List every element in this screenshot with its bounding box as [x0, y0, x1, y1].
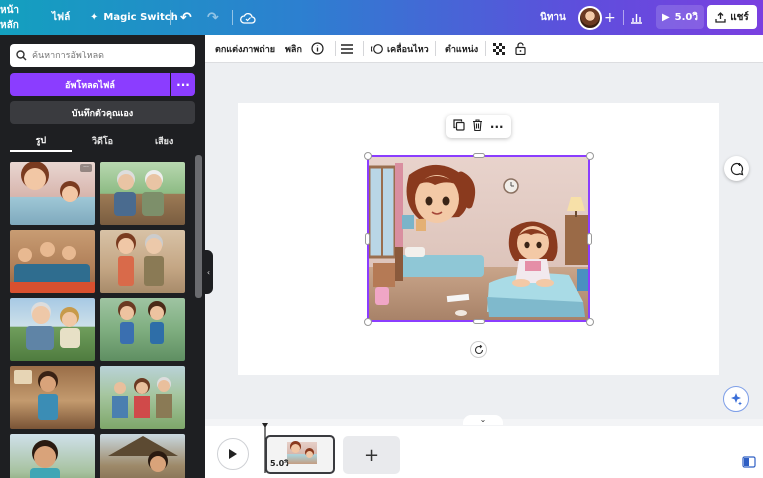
add-page-button[interactable]: + [343, 436, 400, 474]
animate-button[interactable]: เคลื่อนไหว [371, 35, 429, 62]
play-icon: ▶ [661, 11, 670, 23]
image-thumbnail[interactable] [100, 230, 185, 293]
image-thumbnail[interactable] [10, 298, 95, 361]
play-duration: 5.0วิ [674, 11, 699, 23]
play-button[interactable] [217, 438, 249, 470]
animate-label: เคลื่อนไหว [387, 44, 429, 55]
image-thumbnail[interactable] [10, 230, 95, 293]
search-icon [16, 50, 27, 61]
collapse-panel-button[interactable]: ‹ [204, 250, 213, 294]
selected-image[interactable] [367, 155, 590, 322]
resize-handle[interactable] [586, 152, 594, 160]
element-quick-actions: ··· [446, 115, 511, 138]
play-icon [229, 449, 237, 459]
resize-handle[interactable] [364, 152, 372, 160]
image-thumbnail[interactable] [10, 366, 95, 429]
resize-handle[interactable] [473, 153, 485, 158]
magic-switch-label: Magic Switch [103, 12, 178, 23]
magic-assistant-icon[interactable] [723, 386, 749, 412]
trash-icon[interactable] [472, 119, 483, 134]
sidebar-scrollbar[interactable] [195, 155, 202, 298]
more-icon[interactable]: ··· [80, 164, 92, 172]
present-button[interactable]: ▶ 5.0วิ [656, 5, 704, 29]
animate-icon [371, 43, 383, 54]
image-thumbnail[interactable]: ··· [10, 162, 95, 225]
tab-audio[interactable]: เสียง [133, 130, 195, 152]
page-name[interactable]: นิทาน [540, 0, 566, 35]
bedroom-illustration [369, 157, 588, 320]
analytics-icon[interactable] [630, 0, 643, 35]
copy-icon[interactable] [453, 119, 465, 134]
rotate-icon[interactable] [470, 341, 487, 358]
lock-icon[interactable] [515, 35, 526, 62]
flip-button[interactable]: พลิก [285, 35, 302, 62]
share-label: แชร์ [730, 11, 749, 23]
info-icon[interactable] [311, 35, 324, 62]
divider [435, 41, 436, 56]
home-button[interactable]: หน้าหลัก [0, 0, 30, 35]
upload-files-button[interactable]: อัพโหลดไฟล์ [10, 73, 170, 96]
share-icon [715, 11, 726, 23]
girl-head-figure [406, 164, 476, 223]
image-thumbnail[interactable] [100, 162, 185, 225]
more-icon[interactable]: ··· [171, 73, 195, 96]
media-tabs: รูป วิดีโอ เสียง [10, 130, 195, 152]
divider [363, 41, 364, 56]
record-yourself-button[interactable]: บันทึกตัวคุณเอง [10, 101, 195, 124]
top-bar: หน้าหลัก ไฟล์ ✦ Magic Switch ↶ ↷ นิทาน +… [0, 0, 763, 35]
notes-icon[interactable] [742, 455, 756, 469]
redo-icon[interactable]: ↷ [207, 0, 219, 35]
plus-icon[interactable]: + [604, 0, 616, 35]
chevron-down-icon[interactable]: ⌄ [463, 415, 503, 425]
uploads-grid: ··· [10, 162, 186, 478]
magic-switch-button[interactable]: ✦ Magic Switch [90, 0, 178, 35]
divider [335, 41, 336, 56]
sparkle-icon: ✦ [90, 12, 99, 23]
uploads-panel: อัพโหลดไฟล์ ··· บันทึกตัวคุณเอง รูป วิดี… [0, 35, 205, 478]
image-thumbnail[interactable] [100, 366, 185, 429]
file-menu[interactable]: ไฟล์ [52, 0, 70, 35]
more-icon[interactable]: ··· [490, 120, 504, 134]
timeline-resize-bar[interactable]: ⌄ [205, 415, 763, 426]
resize-handle[interactable] [364, 318, 372, 326]
editor-toolbar: ตกแต่งภาพถ่าย พลิก เคลื่อนไหว ตำแหน่ง [205, 35, 763, 63]
timeline-clip[interactable]: 5.0วิ [265, 435, 335, 474]
position-button[interactable]: ตำแหน่ง [445, 35, 478, 62]
divider [485, 41, 486, 56]
divider [232, 10, 233, 25]
clip-thumbnail [287, 442, 317, 464]
resize-handle[interactable] [473, 319, 485, 324]
search-input[interactable] [32, 50, 182, 61]
resize-handle[interactable] [587, 233, 592, 245]
edit-photo-button[interactable]: ตกแต่งภาพถ่าย [215, 35, 275, 62]
divider [170, 10, 171, 25]
add-comment-icon[interactable] [724, 156, 749, 181]
image-thumbnail[interactable] [10, 434, 95, 478]
cloud-save-icon[interactable] [240, 0, 256, 35]
transparency-icon[interactable] [493, 35, 505, 62]
resize-handle[interactable] [365, 233, 370, 245]
share-button[interactable]: แชร์ [707, 5, 757, 29]
search-box[interactable] [10, 44, 195, 67]
resize-handle[interactable] [586, 318, 594, 326]
image-thumbnail[interactable] [100, 434, 185, 478]
border-style-icon[interactable] [341, 35, 353, 62]
avatar[interactable] [578, 6, 602, 30]
undo-icon[interactable]: ↶ [180, 0, 192, 35]
tab-videos[interactable]: วิดีโอ [72, 130, 134, 152]
image-thumbnail[interactable] [100, 298, 185, 361]
tab-images[interactable]: รูป [10, 130, 72, 152]
clip-duration: 5.0วิ [270, 459, 289, 468]
divider [623, 10, 624, 25]
